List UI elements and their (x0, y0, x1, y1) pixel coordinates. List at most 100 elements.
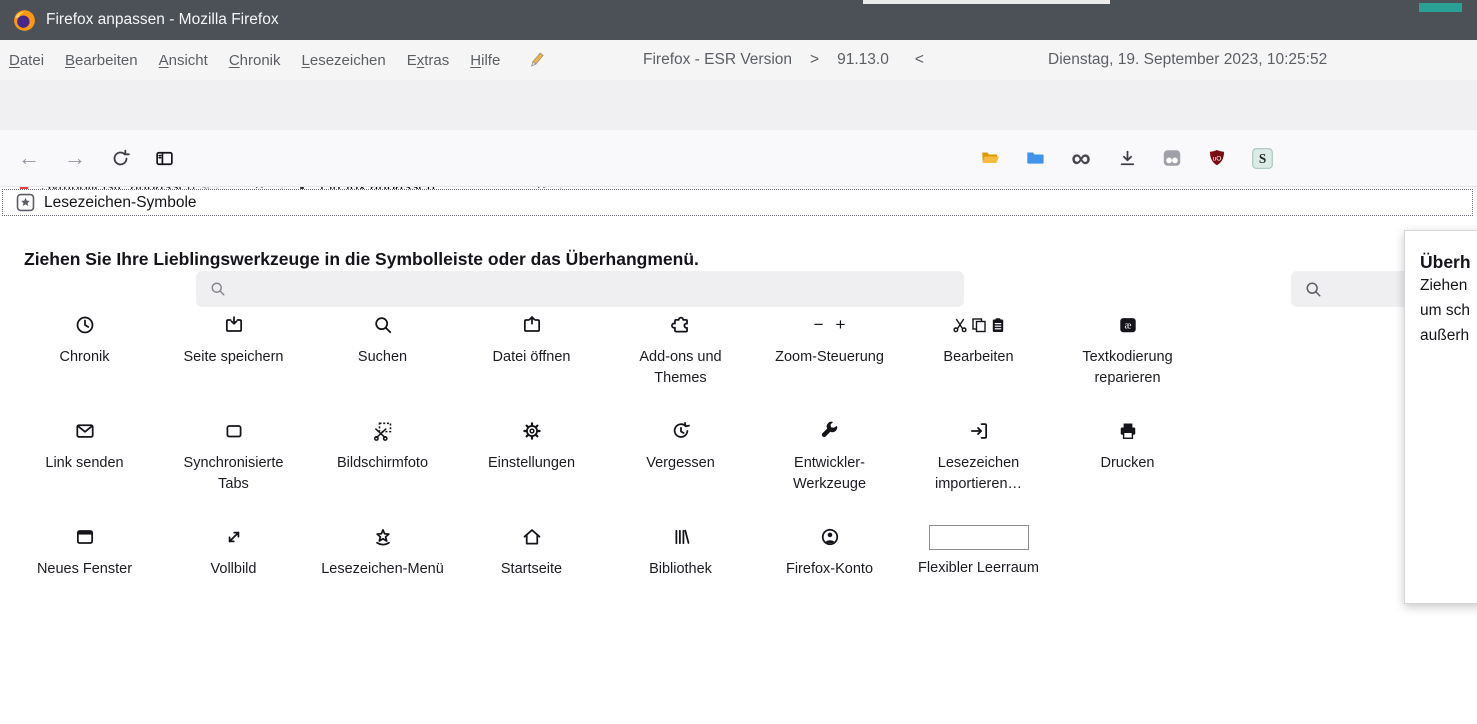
download-icon (1117, 148, 1138, 169)
palette-item-link-senden[interactable]: Link senden (10, 407, 159, 513)
palette-item-lesezeichen-importieren[interactable]: Lesezeichen importieren… (904, 407, 1053, 513)
palette-item-label: Lesezeichen-Menü (321, 559, 444, 580)
addons-puzzle-icon (670, 311, 692, 339)
svg-text:uO: uO (1213, 155, 1222, 162)
palette-item-label: Zoom-Steuerung (775, 347, 884, 368)
ublock-shield-icon: uO (1206, 147, 1228, 170)
customize-palette: Chronik Seite speichern Suchen Datei öff… (10, 301, 1202, 619)
ublock-origin-button[interactable]: uO (1199, 130, 1235, 186)
palette-item-label: Link senden (45, 453, 123, 474)
palette-item-label: Flexibler Leerraum (918, 558, 1039, 579)
library-icon (670, 523, 692, 551)
save-page-icon (223, 311, 245, 339)
palette-item-synchronisierte-tabs[interactable]: Synchronisierte Tabs (159, 407, 308, 513)
palette-item-addons[interactable]: Add-ons und Themes (606, 301, 755, 407)
gray-extension-icon (1160, 147, 1184, 169)
firefox-logo-icon (13, 9, 36, 32)
open-file-icon (521, 311, 543, 339)
menu-lesezeichen[interactable]: Lesezeichen (302, 52, 386, 69)
menu-extras[interactable]: Extras (407, 52, 450, 69)
email-link-icon (74, 417, 96, 445)
bookmark-star-icon (16, 193, 35, 212)
palette-item-drucken[interactable]: Drucken (1053, 407, 1202, 513)
palette-item-label: Bibliothek (649, 559, 712, 580)
palette-item-textkodierung[interactable]: æ Textkodierung reparieren (1053, 301, 1202, 407)
reload-button[interactable] (102, 130, 138, 186)
palette-item-label: Startseite (501, 559, 562, 580)
palette-item-startseite[interactable]: Startseite (457, 513, 606, 619)
menu-hilfe[interactable]: Hilfe (470, 52, 500, 69)
downloads-button[interactable] (1109, 130, 1145, 186)
bookmarks-menu-icon (372, 523, 394, 551)
esr-version: 91.13.0 (837, 51, 889, 69)
search-icon (1304, 280, 1323, 299)
menu-ansicht[interactable]: Ansicht (159, 52, 208, 69)
palette-item-zoom-steuerung[interactable]: − + Zoom-Steuerung (755, 301, 904, 407)
palette-item-suchen[interactable]: Suchen (308, 301, 457, 407)
history-clock-icon (74, 311, 96, 339)
menu-chronik[interactable]: Chronik (229, 52, 281, 69)
palette-item-label: Firefox-Konto (786, 559, 873, 580)
urlbar-search-icon (209, 280, 227, 298)
sidebar-icon (154, 148, 175, 169)
palette-item-label: Vollbild (211, 559, 257, 580)
palette-item-seite-speichern[interactable]: Seite speichern (159, 301, 308, 407)
stylus-button[interactable]: S (1244, 130, 1280, 186)
palette-item-chronik[interactable]: Chronik (10, 301, 159, 407)
window-title: Firefox anpassen - Mozilla Firefox (46, 11, 279, 29)
palette-item-vollbild[interactable]: Vollbild (159, 513, 308, 619)
palette-item-label: Neues Fenster (37, 559, 132, 580)
pencil-icon[interactable] (526, 48, 547, 72)
palette-item-datei-oeffnen[interactable]: Datei öffnen (457, 301, 606, 407)
forward-arrow-icon: → (64, 145, 86, 171)
svg-text:æ: æ (1124, 321, 1131, 332)
palette-item-label: Einstellungen (488, 453, 575, 474)
import-bookmarks-icon (968, 417, 990, 445)
sidebar-toggle-button[interactable] (146, 130, 182, 186)
yellow-folder-icon (978, 147, 1003, 169)
menu-bearbeiten[interactable]: Bearbeiten (65, 52, 138, 69)
palette-item-entwickler-werkzeuge[interactable]: Entwickler-Werkzeuge (755, 407, 904, 513)
customize-heading: Ziehen Sie Ihre Lieblingswerkzeuge in di… (24, 249, 699, 270)
titlebar: Firefox anpassen - Mozilla Firefox (0, 0, 1477, 40)
palette-item-label: Textkodierung reparieren (1065, 347, 1191, 389)
palette-item-neues-fenster[interactable]: Neues Fenster (10, 513, 159, 619)
titlebar-artifact-line (863, 0, 1110, 4)
open-folder-button[interactable] (972, 130, 1008, 186)
overflow-menu-panel[interactable]: Überh Ziehen um sch außerh (1404, 230, 1477, 604)
edit-tools-icon (952, 311, 1006, 339)
extension-button[interactable] (1154, 130, 1190, 186)
palette-item-vergessen[interactable]: Vergessen (606, 407, 755, 513)
developer-wrench-icon (819, 417, 841, 445)
palette-item-label: Chronik (60, 347, 110, 368)
palette-item-flexibler-leerraum[interactable]: Flexibler Leerraum (904, 513, 1053, 619)
private-mask-button[interactable]: ∞ (1063, 130, 1099, 186)
palette-item-label: Synchronisierte Tabs (171, 453, 297, 495)
back-button[interactable]: ← (11, 130, 47, 186)
menu-datei[interactable]: Datei (9, 52, 44, 69)
palette-item-label: Bearbeiten (943, 347, 1013, 368)
titlebar-accent (1419, 3, 1462, 12)
zoom-plus[interactable]: + (836, 315, 846, 335)
palette-item-bildschirmfoto[interactable]: Bildschirmfoto (308, 407, 457, 513)
palette-item-lesezeichen-menue[interactable]: Lesezeichen-Menü (308, 513, 457, 619)
palette-item-label: Add-ons und Themes (618, 347, 744, 389)
palette-item-label: Suchen (358, 347, 407, 368)
overflow-panel-title: Überh (1420, 252, 1477, 273)
blue-folder-button[interactable] (1017, 130, 1053, 186)
palette-item-label: Lesezeichen importieren… (916, 453, 1042, 495)
text-encoding-icon: æ (1117, 311, 1139, 339)
overflow-panel-text: Ziehen (1420, 273, 1477, 298)
palette-item-bearbeiten[interactable]: Bearbeiten (904, 301, 1053, 407)
blue-folder-icon (1023, 147, 1047, 169)
palette-item-label: Entwickler-Werkzeuge (767, 453, 893, 495)
palette-item-firefox-konto[interactable]: Firefox-Konto (755, 513, 904, 619)
new-window-icon (74, 523, 96, 551)
palette-item-bibliothek[interactable]: Bibliothek (606, 513, 755, 619)
esr-gt: > (810, 51, 819, 69)
clock-readout: Dienstag, 19. September 2023, 10:25:52 (1048, 40, 1327, 80)
zoom-minus[interactable]: − (814, 315, 824, 335)
bookmarks-toolbar-dropzone[interactable]: Lesezeichen-Symbole (2, 189, 1473, 216)
forward-button[interactable]: → (57, 130, 93, 186)
palette-item-einstellungen[interactable]: Einstellungen (457, 407, 606, 513)
